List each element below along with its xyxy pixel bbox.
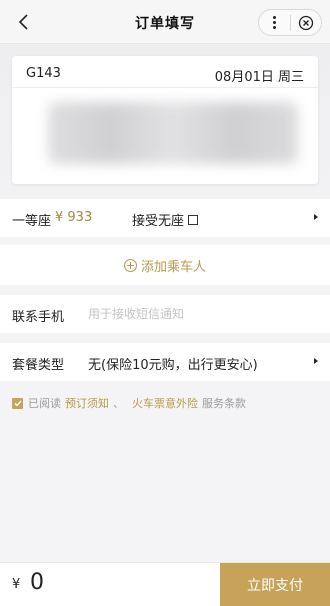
triangle-right-icon	[314, 358, 318, 364]
train-number: G143	[26, 66, 61, 81]
travel-date: 08月01日 周三	[214, 70, 304, 85]
agreement-checkbox[interactable]	[12, 397, 23, 409]
phone-input[interactable]	[88, 301, 308, 327]
more-button[interactable]	[259, 10, 290, 35]
total-amount: 0	[30, 570, 44, 595]
accept-no-seat-label: 接受无座	[132, 214, 185, 229]
accept-no-seat-checkbox[interactable]	[188, 214, 199, 225]
pay-now-button[interactable]: 立即支付	[220, 563, 330, 606]
terms-link[interactable]: 服务条款	[202, 395, 246, 411]
agreement-separator: 、	[113, 397, 124, 410]
add-passenger-label: 添加乘车人	[140, 259, 206, 275]
card-divider	[12, 87, 318, 88]
nav-bar: 订单填写	[0, 0, 330, 44]
plus-circle-icon	[123, 258, 137, 272]
close-circle-icon	[298, 15, 313, 30]
more-dots-icon	[272, 16, 276, 29]
seat-price: ¥ 933	[55, 210, 93, 225]
package-row[interactable]: 套餐类型 无(保险10元购，出行更安心)	[0, 343, 330, 381]
accept-no-seat-option[interactable]: 接受无座	[132, 210, 199, 229]
phone-row: 联系手机	[0, 295, 330, 333]
add-passenger-button[interactable]: 添加乘车人	[0, 245, 330, 285]
phone-label: 联系手机	[12, 310, 65, 325]
booking-notice-link[interactable]: 预订须知	[65, 395, 109, 411]
package-value: 无(保险10元购，出行更安心)	[88, 358, 258, 373]
seat-type: 一等座	[12, 214, 52, 229]
triangle-right-icon	[314, 214, 318, 220]
insurance-link[interactable]: 火车票意外险	[132, 395, 198, 411]
package-label: 套餐类型	[12, 358, 65, 373]
bottom-bar: ¥ 0 立即支付	[0, 562, 330, 606]
seat-row[interactable]: 一等座 ¥ 933 接受无座	[0, 199, 330, 237]
ticket-card: G143 08月01日 周三	[12, 56, 318, 184]
agreement: 已阅读 预订须知 、 火车票意外险 服务条款	[12, 395, 246, 411]
close-button[interactable]	[290, 10, 321, 35]
check-icon	[14, 400, 22, 407]
agreement-prefix: 已阅读	[28, 397, 61, 410]
mini-program-capsule	[258, 9, 322, 36]
currency-symbol: ¥	[12, 577, 21, 592]
blurred-route-info	[48, 102, 298, 164]
